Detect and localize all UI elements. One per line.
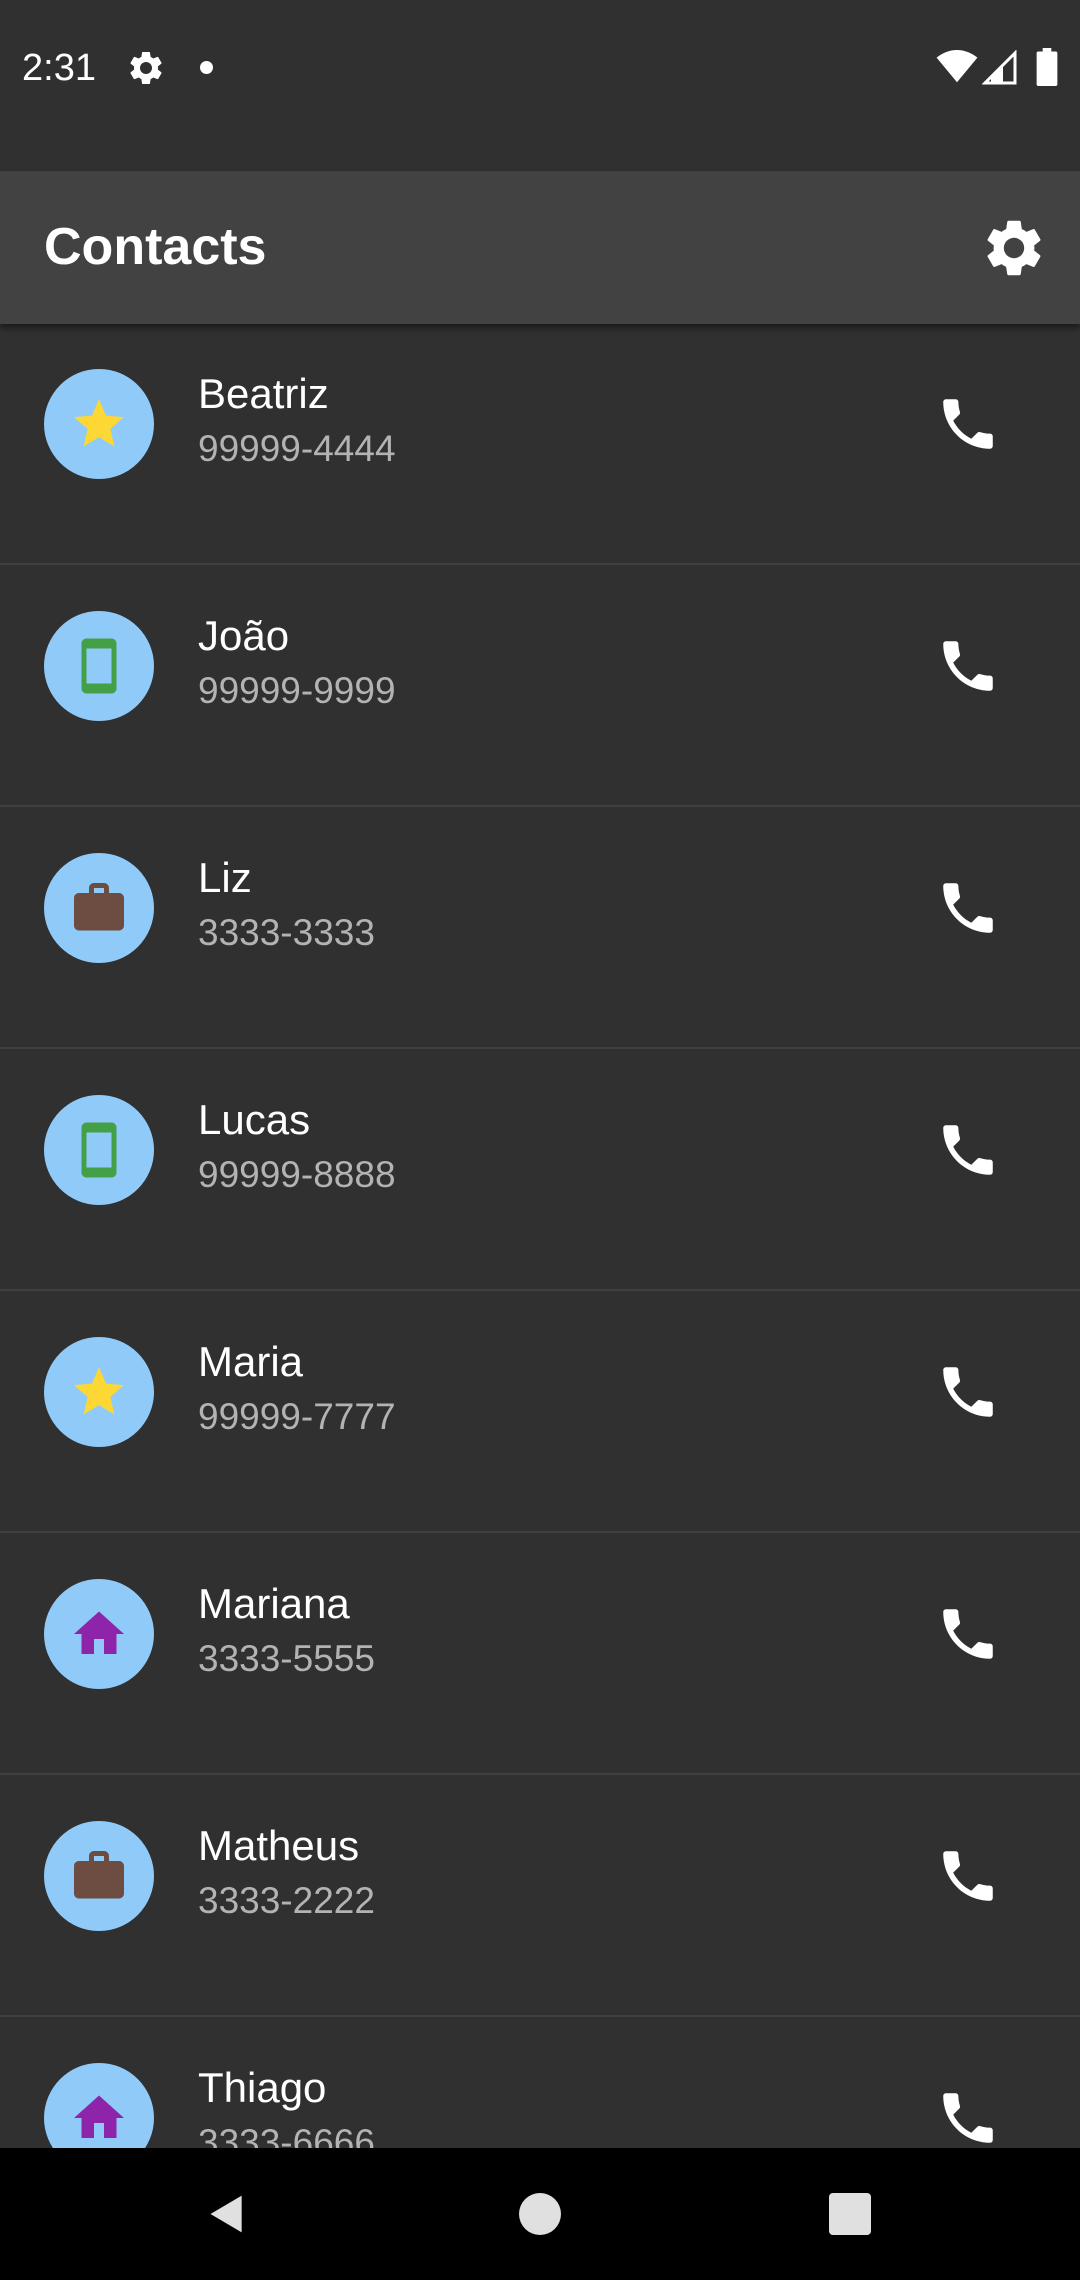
contact-name: Thiago xyxy=(198,2064,327,2111)
home-icon xyxy=(74,1611,124,1654)
recents-icon[interactable] xyxy=(829,2193,871,2235)
back-icon[interactable] xyxy=(205,2192,249,2236)
gear-icon xyxy=(130,51,162,84)
contact-avatar xyxy=(44,369,154,479)
status-bar: 2:31 xyxy=(0,0,1080,171)
call-icon[interactable] xyxy=(935,1843,1001,1909)
battery-icon xyxy=(1036,48,1058,86)
contact-name: Lucas xyxy=(198,1096,311,1143)
briefcase-icon xyxy=(74,1851,124,1899)
notification-dot-icon xyxy=(200,61,213,74)
settings-icon[interactable] xyxy=(980,214,1048,282)
contact-row[interactable]: Matheus 3333-2222 xyxy=(0,1776,1080,2017)
contact-row[interactable]: Beatriz 99999-4444 xyxy=(0,324,1080,565)
contact-name: Matheus xyxy=(198,1822,360,1869)
contact-phone: 3333-6666 xyxy=(198,2122,375,2148)
contact-phone: 99999-7777 xyxy=(198,1396,396,1437)
home-icon xyxy=(74,2095,124,2138)
contact-avatar xyxy=(44,1579,154,1689)
contact-name: João xyxy=(198,612,290,659)
call-icon[interactable] xyxy=(935,2085,1001,2148)
contact-row[interactable]: Mariana 3333-5555 xyxy=(0,1534,1080,1775)
contact-row[interactable]: Thiago 3333-6666 xyxy=(0,2018,1080,2148)
contact-phone: 99999-9999 xyxy=(198,670,396,711)
call-icon[interactable] xyxy=(935,391,1001,457)
contact-name: Maria xyxy=(198,1338,304,1385)
briefcase-icon xyxy=(74,883,124,931)
call-icon[interactable] xyxy=(935,1601,1001,1667)
contact-phone: 3333-2222 xyxy=(198,1880,375,1921)
status-time: 2:31 xyxy=(22,47,96,89)
contact-row[interactable]: João 99999-9999 xyxy=(0,566,1080,807)
navigation-bar xyxy=(0,2148,1080,2280)
contact-avatar xyxy=(44,611,154,721)
contact-avatar xyxy=(44,1337,154,1447)
contact-phone: 99999-8888 xyxy=(198,1154,396,1195)
page-title: Contacts xyxy=(44,218,267,276)
smartphone-icon xyxy=(81,638,117,694)
contact-phone: 3333-5555 xyxy=(198,1638,375,1679)
contact-row[interactable]: Liz 3333-3333 xyxy=(0,808,1080,1049)
contact-name: Beatriz xyxy=(198,370,329,417)
cell-signal-icon xyxy=(982,50,1017,85)
call-icon[interactable] xyxy=(935,633,1001,699)
contact-phone: 99999-4444 xyxy=(198,428,396,469)
contact-avatar xyxy=(44,2063,154,2148)
star-icon xyxy=(74,1367,124,1415)
contact-row[interactable]: Lucas 99999-8888 xyxy=(0,1050,1080,1291)
phone-screen: 2:31 Contacts Beatriz 99999-4444 João 99… xyxy=(0,0,1080,2280)
contact-avatar xyxy=(44,853,154,963)
contact-name: Liz xyxy=(198,854,252,901)
contact-avatar xyxy=(44,1095,154,1205)
home-circle-icon[interactable] xyxy=(519,2193,561,2235)
call-icon[interactable] xyxy=(935,875,1001,941)
app-bar: Contacts xyxy=(0,171,1080,324)
contact-name: Mariana xyxy=(198,1580,350,1627)
contact-avatar xyxy=(44,1821,154,1931)
contact-list: Beatriz 99999-4444 João 99999-9999 Liz 3… xyxy=(0,324,1080,2148)
contact-phone: 3333-3333 xyxy=(198,912,375,953)
contact-row[interactable]: Maria 99999-7777 xyxy=(0,1292,1080,1533)
call-icon[interactable] xyxy=(935,1359,1001,1425)
star-icon xyxy=(74,399,124,447)
call-icon[interactable] xyxy=(935,1117,1001,1183)
wifi-icon xyxy=(936,50,978,83)
smartphone-icon xyxy=(81,1122,117,1178)
